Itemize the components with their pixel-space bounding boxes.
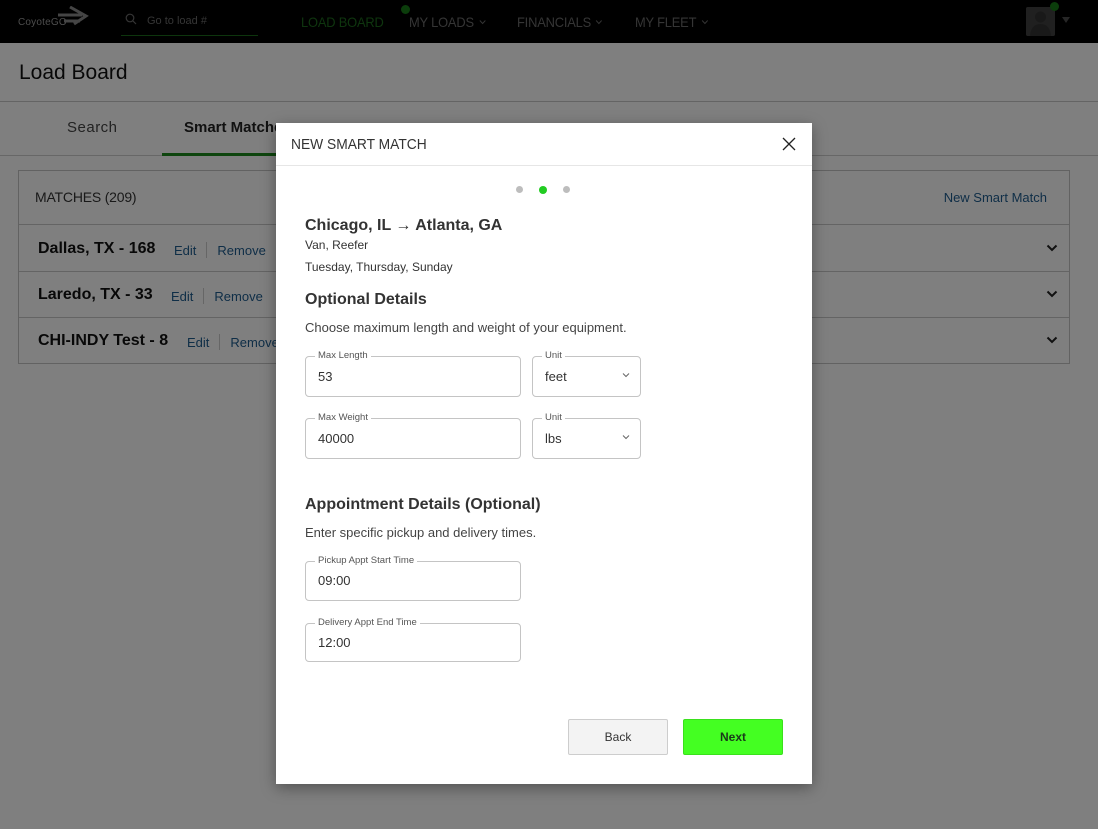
max-length-input[interactable] [318, 369, 490, 384]
equipment-summary: Van, Reefer [305, 238, 369, 252]
weight-unit-select[interactable]: Unit lbs [532, 412, 641, 459]
max-length-field[interactable]: Max Length [305, 350, 521, 397]
step-indicator [516, 185, 570, 194]
max-weight-input[interactable] [318, 431, 490, 446]
max-length-label: Max Length [315, 350, 371, 362]
back-button[interactable]: Back [568, 719, 668, 755]
new-smart-match-modal: NEW SMART MATCH Chicago, IL → Atlanta, G… [276, 123, 812, 784]
weight-unit-label: Unit [542, 412, 565, 424]
appointment-details-description: Enter specific pickup and delivery times… [305, 525, 537, 540]
appointment-details-title: Appointment Details (Optional) [305, 496, 541, 513]
pickup-time-label: Pickup Appt Start Time [315, 555, 418, 567]
step-dot-3 [563, 186, 570, 193]
pickup-time-input[interactable] [318, 573, 490, 588]
delivery-time-label: Delivery Appt End Time [315, 617, 420, 629]
pickup-time-field[interactable]: Pickup Appt Start Time [305, 555, 521, 601]
chevron-down-icon [622, 435, 630, 440]
delivery-time-input[interactable] [318, 635, 490, 650]
optional-details-title: Optional Details [305, 291, 427, 308]
modal-header: NEW SMART MATCH [276, 123, 812, 166]
length-unit-label: Unit [542, 350, 565, 362]
weight-unit-value: lbs [545, 431, 562, 446]
close-icon[interactable] [782, 137, 796, 151]
length-unit-value: feet [545, 369, 567, 384]
days-summary: Tuesday, Thursday, Sunday [305, 260, 453, 274]
max-weight-field[interactable]: Max Weight [305, 412, 521, 459]
route-summary: Chicago, IL → Atlanta, GA [305, 217, 503, 234]
chevron-down-icon [622, 373, 630, 378]
step-dot-2-active [539, 185, 547, 194]
step-dot-1 [516, 186, 523, 193]
max-weight-label: Max Weight [315, 412, 371, 424]
optional-details-description: Choose maximum length and weight of your… [305, 320, 627, 335]
delivery-time-field[interactable]: Delivery Appt End Time [305, 617, 521, 662]
next-button[interactable]: Next [683, 719, 783, 755]
length-unit-select[interactable]: Unit feet [532, 350, 641, 397]
modal-title: NEW SMART MATCH [291, 136, 427, 153]
